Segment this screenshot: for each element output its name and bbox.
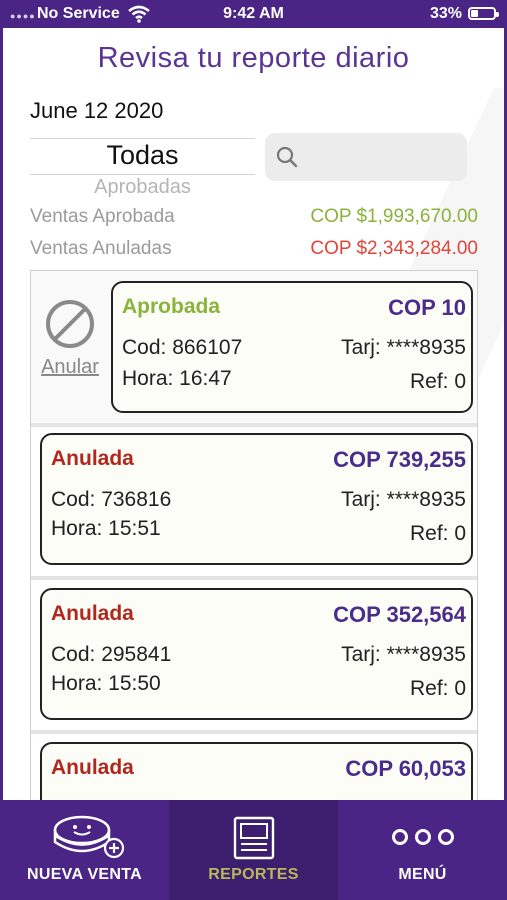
voided-sales-value: COP $2,343,284.00: [310, 238, 478, 259]
approved-sales-value: COP $1,993,670.00: [310, 206, 478, 227]
void-button[interactable]: Anular: [36, 299, 104, 379]
transaction-time: Hora: 16:47: [122, 367, 232, 390]
search-box[interactable]: [265, 133, 467, 181]
transaction-card[interactable]: Anulada COP 739,255 Cod: 736816 Hora: 15…: [40, 433, 473, 565]
transaction-amount: COP 352,564: [333, 602, 466, 627]
page-title: Revisa tu reporte diario: [97, 42, 410, 74]
picker-divider: [30, 174, 255, 175]
tab-reportes[interactable]: REPORTES: [169, 800, 338, 900]
picker-divider: [30, 138, 255, 139]
transaction-ref: Ref: 0: [409, 370, 466, 393]
void-button-label: Anular: [41, 356, 99, 378]
tab-bar: NUEVA VENTA REPORTES MENÚ: [0, 800, 507, 900]
transaction-ref: Ref: 0: [409, 522, 466, 545]
search-input[interactable]: [307, 141, 461, 173]
battery-fill: [471, 10, 479, 17]
tab-label: MENÚ: [398, 866, 447, 883]
transaction-ref: Ref: 0: [409, 677, 466, 700]
battery-icon: [468, 7, 499, 20]
tab-label: REPORTES: [208, 866, 299, 883]
status-bar: ●●●● No Service 9:42 AM 33%: [0, 0, 507, 28]
transactions-list[interactable]: Anular Aprobada COP 10 Cod: 866107 Hora:…: [30, 270, 478, 800]
transaction-status: Aprobada: [122, 295, 221, 318]
transaction-code: Cod: 866107: [122, 336, 243, 359]
tab-nueva-venta[interactable]: NUEVA VENTA: [0, 800, 169, 900]
transaction-amount: COP 60,053: [345, 756, 466, 781]
transaction-code: Cod: 736816: [51, 488, 172, 511]
voided-sales-label: Ventas Anuladas: [30, 238, 172, 259]
transaction-card-number: Tarj: ****8935: [341, 336, 466, 359]
transaction-card-number: Tarj: ****8935: [341, 643, 466, 666]
coin-plus-icon: [53, 815, 125, 859]
search-icon: [276, 146, 298, 168]
transaction-card-number: Tarj: ****8935: [341, 488, 466, 511]
transaction-row: Anulada COP 739,255 Cod: 736816 Hora: 15…: [31, 427, 477, 576]
transaction-status: Anulada: [51, 756, 134, 779]
transaction-row: Anulada COP 352,564 Cod: 295841 Hora: 15…: [31, 580, 477, 730]
approved-sales-row: Ventas Aprobada COP $1,993,670.00: [30, 206, 478, 228]
report-screen: Revisa tu reporte diario June 12 2020 To…: [3, 28, 504, 800]
battery-percent: 33%: [430, 5, 463, 22]
transaction-row: Anulada COP 60,053: [31, 734, 477, 800]
tab-menu[interactable]: MENÚ: [338, 800, 507, 900]
transaction-row: Anular Aprobada COP 10 Cod: 866107 Hora:…: [31, 271, 477, 423]
report-icon: [233, 816, 275, 860]
transaction-code: Cod: 295841: [51, 643, 172, 666]
transaction-card[interactable]: Aprobada COP 10 Cod: 866107 Hora: 16:47 …: [111, 281, 473, 413]
transaction-time: Hora: 15:51: [51, 517, 161, 540]
picker-option[interactable]: Aprobadas: [30, 176, 255, 199]
picker-selected-option[interactable]: Todas: [30, 140, 255, 171]
report-date: June 12 2020: [30, 98, 164, 123]
transaction-amount: COP 739,255: [333, 447, 466, 472]
status-filter-picker[interactable]: Todas Aprobadas: [30, 138, 255, 203]
transaction-status: Anulada: [51, 602, 134, 625]
transaction-status: Anulada: [51, 447, 134, 470]
tab-label: NUEVA VENTA: [26, 866, 142, 883]
more-dots-icon: [392, 829, 454, 845]
transaction-amount: COP 10: [388, 295, 466, 320]
voided-sales-row: Ventas Anuladas COP $2,343,284.00: [30, 238, 478, 260]
transaction-card[interactable]: Anulada COP 60,053: [40, 742, 473, 800]
transaction-card[interactable]: Anulada COP 352,564 Cod: 295841 Hora: 15…: [40, 588, 473, 720]
transaction-time: Hora: 15:50: [51, 672, 161, 695]
prohibited-icon: [46, 300, 94, 348]
approved-sales-label: Ventas Aprobada: [30, 206, 175, 227]
